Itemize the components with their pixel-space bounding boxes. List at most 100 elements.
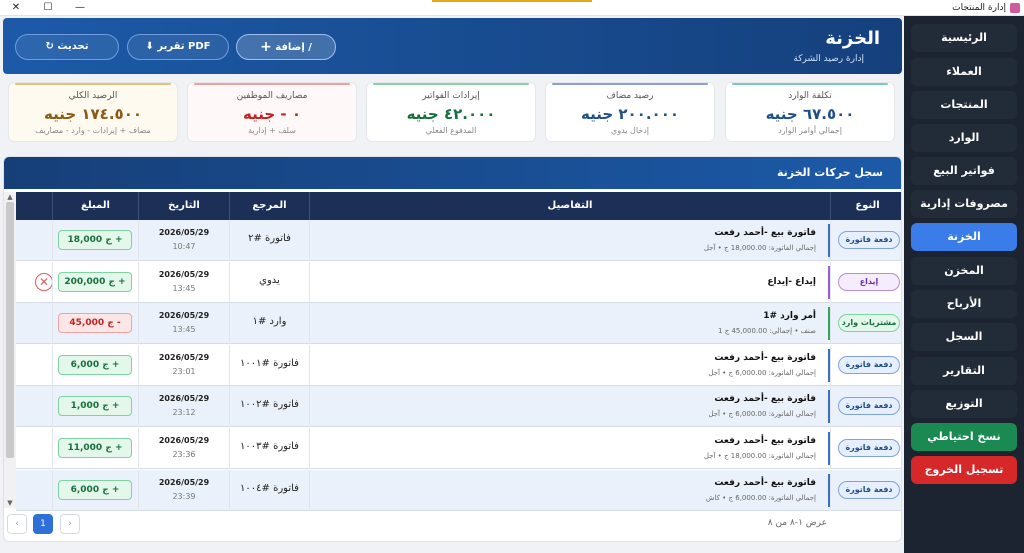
main-content: الخزنة إدارة رصيد الشركة + إضافة / ⬇ تقر… <box>0 16 904 553</box>
row-time: 10:47 <box>172 242 196 251</box>
maximize-button[interactable]: ☐ <box>36 0 60 16</box>
row-detail: صنف • إجمالي: 45,000.00 ج 1 <box>718 327 816 336</box>
sidebar-item-reports[interactable]: التقارير <box>911 357 1017 385</box>
ledger-panel: سجل حركات الخزنة ▲ ▼ المبلغ التاريخ المر… <box>3 156 902 542</box>
column-details[interactable]: التفاصيل <box>309 192 830 220</box>
vertical-scrollbar[interactable]: ▲ ▼ <box>4 192 16 508</box>
amount-badge: ج 11,000 + <box>58 438 132 458</box>
row-actions-cell <box>16 303 52 344</box>
title-bar: ✕ ☐ — إدارة المنتجات <box>0 0 1024 16</box>
scroll-thumb[interactable] <box>6 202 14 458</box>
table-row[interactable]: ✕ ج 200,000 + 2026/05/29 13:45 يدوي إيداع -إي… <box>16 261 901 303</box>
column-amount[interactable]: المبلغ <box>52 192 138 220</box>
sidebar-item-treasury[interactable]: الخزنة <box>911 223 1017 251</box>
row-reference: فاتورة #١٠٠٣ <box>240 441 299 452</box>
table-row[interactable]: ج 1,000 + 2026/05/29 23:12 فاتورة #١٠٠٢ فاتو… <box>16 386 901 428</box>
scroll-down-icon[interactable]: ▼ <box>4 498 16 508</box>
row-detail: إجمالي الفاتورة: 6,000.00 ج • آجل <box>708 368 816 377</box>
row-date: 2026/05/29 <box>158 436 210 445</box>
date-cell: 2026/05/29 23:01 <box>138 344 229 386</box>
table-row[interactable]: ج 6,000 + 2026/05/29 23:39 فاتورة #١٠٠٤ فاتو… <box>16 469 901 511</box>
row-detail: إجمالي الفاتورة: 18,000.00 ج • آجل <box>703 244 816 252</box>
logout-button[interactable]: تسجيل الخروج <box>911 456 1017 484</box>
row-reference: فاتورة #١٠٠٤ <box>240 482 299 494</box>
pagination-info: عرض ١-٨ من ٨ <box>767 518 827 528</box>
sidebar-item-profits[interactable]: الأرباح <box>911 290 1017 318</box>
type-cell: دفعة فاتورة <box>830 344 901 386</box>
page-1-button[interactable]: 1 <box>33 514 53 534</box>
window-title: إدارة المنتجات <box>952 3 1006 13</box>
pdf-report-button[interactable]: ⬇ تقرير PDF <box>127 34 229 60</box>
app-window: ✕ ☐ — إدارة المنتجات الرئيسية العملاء ال… <box>0 0 1024 553</box>
add-button[interactable]: + إضافة / <box>236 34 336 60</box>
row-title: فاتورة بيع -أحمد رفعت <box>714 228 816 238</box>
sidebar-item-warehouse[interactable]: المخزن <box>911 257 1017 285</box>
scroll-up-icon[interactable]: ▲ <box>4 192 16 202</box>
sidebar-item-distribution[interactable]: التوزيع <box>911 390 1017 418</box>
stat-bar <box>552 83 708 85</box>
row-title: إيداع -إيداع <box>767 276 816 287</box>
stat-bar <box>373 83 529 85</box>
stat-value: ١٧٤.٥٠٠ جنيه <box>43 105 143 123</box>
reference-cell: يدوي <box>229 261 309 303</box>
row-time: 23:36 <box>172 450 196 459</box>
delete-icon[interactable]: ✕ <box>35 272 53 291</box>
type-badge: إيداع <box>838 272 900 291</box>
date-cell: 2026/05/29 10:47 <box>138 220 229 261</box>
date-cell: 2026/05/29 13:45 <box>138 261 229 303</box>
title-accent <box>432 0 592 2</box>
backup-button[interactable]: نسخ احتياطي <box>911 423 1017 451</box>
table-row[interactable]: ج 11,000 + 2026/05/29 23:36 فاتورة #١٠٠٣ فات… <box>16 428 901 469</box>
sidebar-item-customers[interactable]: العملاء <box>911 58 1017 86</box>
stat-value: ٤٢.٠٠٠ جنيه <box>406 105 496 123</box>
minimize-button[interactable]: — <box>68 0 92 16</box>
ledger-title-bar: سجل حركات الخزنة <box>4 157 901 189</box>
refresh-button[interactable]: ↻ تحديث <box>15 34 119 60</box>
details-cell: فاتورة بيع -أحمد رفعت إجمالي الفاتورة: 18… <box>309 220 830 261</box>
row-title: أمر وارد #1 <box>763 311 816 322</box>
sidebar: الرئيسية العملاء المنتجات الوارد فواتير … <box>904 16 1024 553</box>
prev-page-button[interactable]: ‹ <box>7 514 27 534</box>
row-date: 2026/05/29 <box>158 311 210 321</box>
type-badge: مشتريات وارد <box>838 314 900 333</box>
row-detail: إجمالي الفاتورة: 6,000.00 ج • آجل <box>708 410 816 419</box>
amount-cell: ج 18,000 + <box>52 220 138 261</box>
sidebar-item-sales-invoices[interactable]: فواتير البيع <box>911 157 1017 185</box>
stat-value: ٠ - جنيه <box>243 105 301 123</box>
column-actions <box>16 192 52 220</box>
row-date: 2026/05/29 <box>158 477 210 487</box>
details-cell: أمر وارد #1 صنف • إجمالي: 45,000.00 ج 1 <box>309 303 830 345</box>
next-page-button[interactable]: › <box>60 514 80 534</box>
amount-badge: ج 6,000 + <box>58 354 132 375</box>
stat-sub: سلف + إدارية <box>248 126 296 135</box>
sidebar-item-admin-expenses[interactable]: مصروفات إدارية <box>911 190 1017 218</box>
table-row[interactable]: ج 45,000 - 2026/05/29 13:45 وارد #١ أمر وارد… <box>16 303 901 345</box>
table-header: المبلغ التاريخ المرجع التفاصيل النوع <box>16 192 901 220</box>
amount-cell: ج 6,000 + <box>52 344 138 386</box>
column-type[interactable]: النوع <box>830 192 901 220</box>
column-date[interactable]: التاريخ <box>138 192 229 220</box>
date-cell: 2026/05/29 13:45 <box>138 303 229 345</box>
stat-bar <box>732 83 888 85</box>
pdf-report-label: تقرير PDF <box>157 41 211 52</box>
sidebar-item-home[interactable]: الرئيسية <box>911 24 1017 52</box>
stat-sub: إجمالي أوامر الوارد <box>778 126 842 135</box>
row-detail: إجمالي الفاتورة: 18,000.00 ج • آجل <box>703 452 816 460</box>
sidebar-item-products[interactable]: المنتجات <box>911 91 1017 119</box>
sidebar-item-log[interactable]: السجل <box>911 323 1017 351</box>
sidebar-item-incoming[interactable]: الوارد <box>911 124 1017 152</box>
stat-value: ٦٧.٥٠٠ جنيه <box>765 105 855 123</box>
stat-label: تكلفة الوارد <box>788 91 832 101</box>
row-time: 13:45 <box>172 283 196 293</box>
stat-label: رصيد مضاف <box>606 91 654 101</box>
date-cell: 2026/05/29 23:39 <box>138 469 229 511</box>
plus-icon: + <box>260 39 272 55</box>
table-row[interactable]: ج 6,000 + 2026/05/29 23:01 فاتورة #١٠٠١ فاتو… <box>16 344 901 386</box>
column-reference[interactable]: المرجع <box>229 192 309 220</box>
close-button[interactable]: ✕ <box>4 0 28 16</box>
table-row[interactable]: ج 18,000 + 2026/05/29 10:47 فاتورة #٢ فاتورة… <box>16 220 901 261</box>
stat-bar <box>194 83 350 85</box>
row-date: 2026/05/29 <box>158 394 210 404</box>
amount-cell: ج 45,000 - <box>52 303 138 345</box>
stat-card-invoice-revenue: إيرادات الفواتير ٤٢.٠٠٠ جنيه المدفوع الف… <box>366 82 536 142</box>
